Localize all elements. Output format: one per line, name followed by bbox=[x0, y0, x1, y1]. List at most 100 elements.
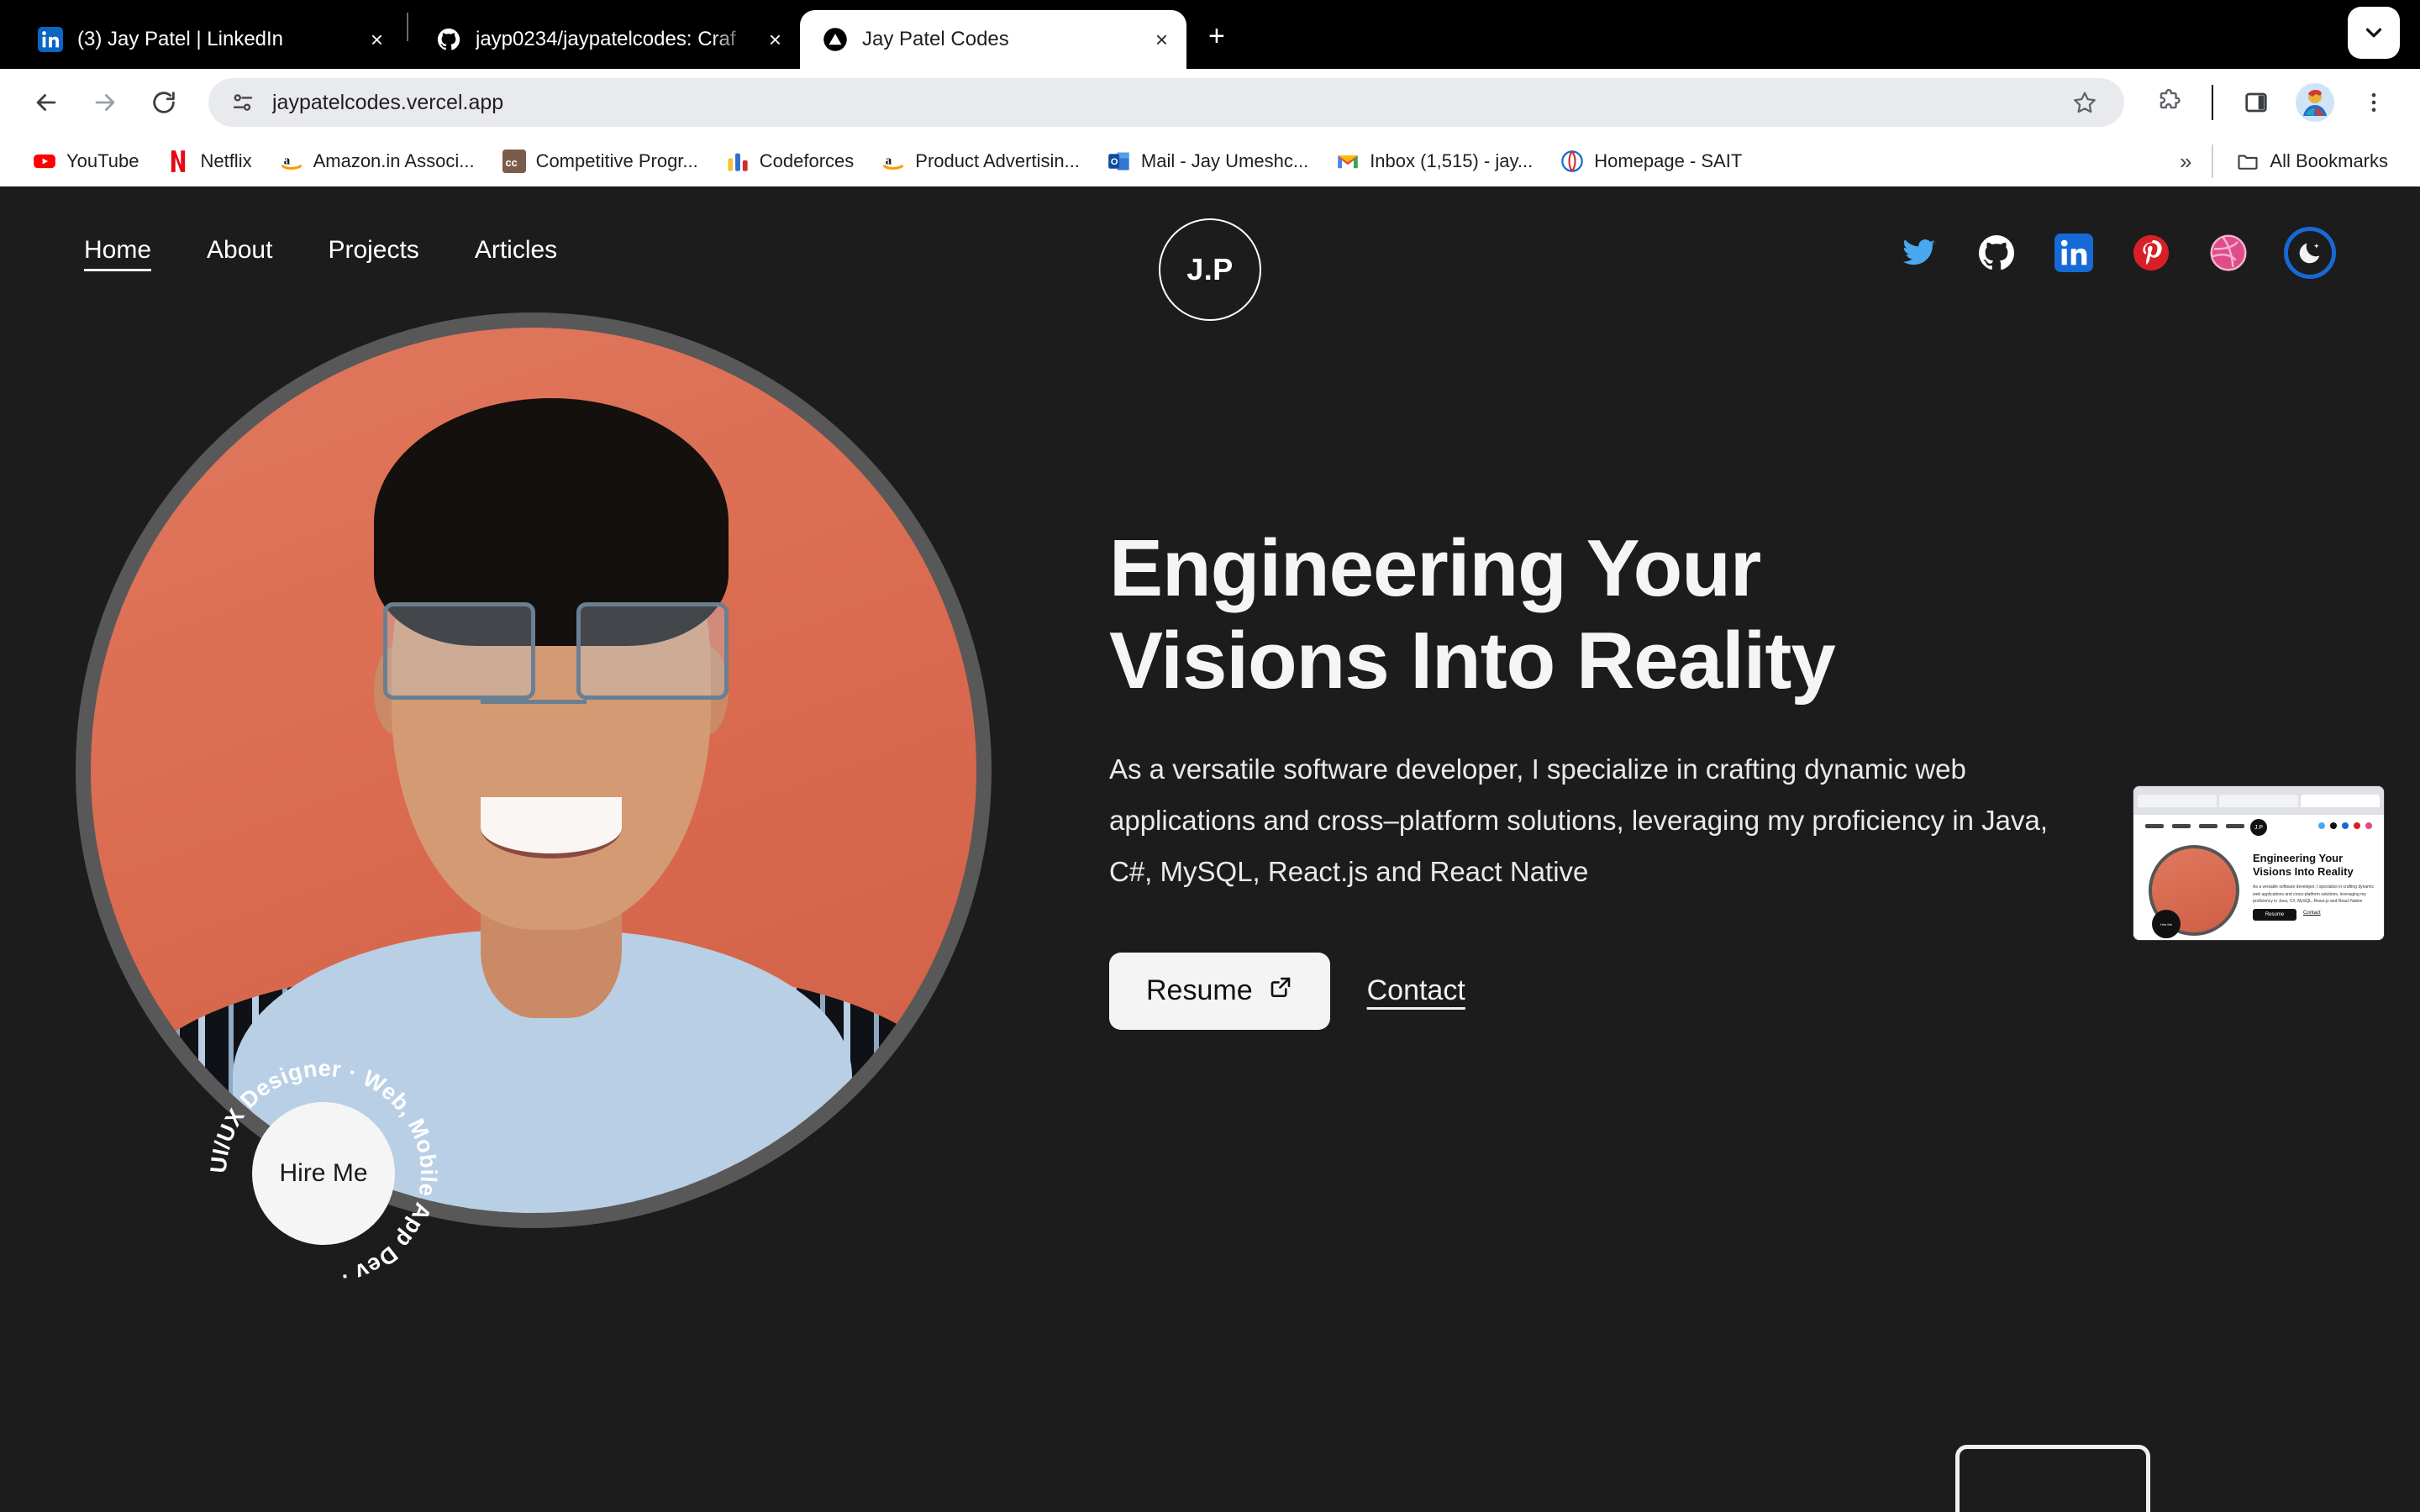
reload-icon[interactable] bbox=[138, 76, 190, 129]
address-bar[interactable]: jaypatelcodes.vercel.app bbox=[208, 78, 2124, 127]
bookmarks-bar: YouTube Netflix a Amazon.in Associ... cc… bbox=[0, 136, 2420, 186]
preview-tab bbox=[2138, 794, 2217, 807]
preview-body-text: As a versatile software developer, I spe… bbox=[2253, 885, 2374, 904]
browser-window: (3) Jay Patel | LinkedIn × jayp0234/jayp… bbox=[0, 0, 2420, 1512]
nav-item-articles[interactable]: Articles bbox=[475, 236, 557, 270]
nav-item-home[interactable]: Home bbox=[84, 236, 152, 271]
portrait-lens-right bbox=[576, 601, 729, 700]
all-bookmarks-button[interactable]: All Bookmarks bbox=[2222, 149, 2402, 174]
hero-actions: Resume Contact bbox=[1109, 952, 2059, 1030]
preview-page: J.P Engineering Your Visions Into Realit… bbox=[2133, 815, 2384, 940]
social-links bbox=[1897, 227, 2336, 279]
preview-tabstrip bbox=[2133, 786, 2384, 815]
preview-title-line2: Visions Into Reality bbox=[2253, 865, 2354, 879]
preview-linkedin-icon bbox=[2342, 822, 2349, 829]
nav-item-about[interactable]: About bbox=[207, 236, 272, 270]
bookmarks-divider bbox=[2212, 144, 2214, 178]
bookmark-codeforces[interactable]: Codeforces bbox=[712, 149, 868, 174]
close-icon[interactable]: × bbox=[371, 29, 383, 50]
bookmark-competitive-programming[interactable]: cc Competitive Progr... bbox=[488, 149, 712, 174]
preview-hire-badge: Hire Me bbox=[2152, 910, 2181, 938]
bookmark-amazon-associates[interactable]: a Amazon.in Associ... bbox=[266, 149, 488, 174]
profile-avatar[interactable] bbox=[2289, 76, 2341, 129]
amazon-icon: a bbox=[881, 149, 906, 174]
bookmark-youtube[interactable]: YouTube bbox=[18, 149, 152, 174]
preview-title: Engineering Your Visions Into Reality bbox=[2253, 852, 2354, 879]
external-link-icon bbox=[1268, 974, 1293, 1007]
netflix-icon bbox=[166, 149, 191, 174]
amazon-icon: a bbox=[279, 149, 304, 174]
portrait-glasses-bridge bbox=[480, 699, 587, 704]
preview-twitter-icon bbox=[2318, 822, 2325, 829]
bookmark-netflix[interactable]: Netflix bbox=[152, 149, 265, 174]
browser-tab-linkedin[interactable]: (3) Jay Patel | LinkedIn × bbox=[15, 10, 402, 69]
page-title: Engineering Your Visions Into Reality bbox=[1109, 522, 2059, 708]
dribbble-icon[interactable] bbox=[2207, 231, 2250, 275]
preview-logo: J.P bbox=[2250, 819, 2267, 836]
nav-item-projects[interactable]: Projects bbox=[328, 236, 418, 270]
bookmark-label: Amazon.in Associ... bbox=[313, 150, 475, 171]
side-panel-icon[interactable] bbox=[2230, 76, 2282, 129]
bookmark-label: Inbox (1,515) - jay... bbox=[1370, 150, 1534, 171]
bookmark-gmail-inbox[interactable]: Inbox (1,515) - jay... bbox=[1322, 149, 1546, 174]
contact-link[interactable]: Contact bbox=[1367, 974, 1465, 1007]
bookmark-label: Competitive Progr... bbox=[535, 150, 698, 171]
dark-mode-toggle[interactable] bbox=[2284, 227, 2336, 279]
pinterest-icon[interactable] bbox=[2129, 231, 2173, 275]
bookmark-product-advertising[interactable]: a Product Advertisin... bbox=[867, 149, 1093, 174]
portrait-container: UI/UX Designer · Web, Mobile App Dev · H… bbox=[76, 304, 1008, 1289]
preview-nav-item bbox=[2199, 823, 2217, 828]
close-icon[interactable]: × bbox=[1155, 29, 1168, 50]
star-icon[interactable] bbox=[2059, 76, 2111, 129]
browser-tab-github[interactable]: jayp0234/jaypatelcodes: Craf × bbox=[413, 10, 800, 69]
portrait-smile bbox=[480, 796, 623, 859]
back-arrow-icon[interactable] bbox=[20, 76, 72, 129]
svg-text:a: a bbox=[886, 154, 892, 168]
bookmarks-overflow-button[interactable]: » bbox=[2168, 149, 2203, 175]
hero-title-line2: Visions Into Reality bbox=[1109, 616, 1836, 706]
chevron-down-icon[interactable] bbox=[2348, 7, 2400, 59]
preview-github-icon bbox=[2330, 822, 2337, 829]
web-page: Home About Projects Articles J.P UI/UX D… bbox=[0, 195, 2420, 1512]
hero-title-line1: Engineering Your bbox=[1109, 523, 1761, 613]
hero-subtitle: As a versatile software developer, I spe… bbox=[1109, 753, 2049, 887]
screen-share-preview[interactable]: J.P Engineering Your Visions Into Realit… bbox=[2133, 785, 2385, 941]
bookmark-label: Homepage - SAIT bbox=[1594, 150, 1743, 171]
close-icon[interactable]: × bbox=[769, 29, 781, 50]
youtube-icon bbox=[32, 149, 57, 174]
browser-tab-jay-patel-codes[interactable]: Jay Patel Codes × bbox=[800, 10, 1186, 69]
preview-pinterest-icon bbox=[2354, 822, 2360, 829]
url-text: jaypatelcodes.vercel.app bbox=[272, 90, 504, 114]
preview-nav-item bbox=[2226, 823, 2244, 828]
tab-title: jayp0234/jaypatelcodes: Craf bbox=[476, 28, 736, 50]
site-header: Home About Projects Articles J.P bbox=[0, 195, 2420, 321]
site-settings-icon[interactable] bbox=[227, 87, 259, 118]
moon-icon bbox=[2299, 243, 2320, 264]
resume-button[interactable]: Resume bbox=[1109, 952, 1330, 1030]
bookmark-homepage-sait[interactable]: Homepage - SAIT bbox=[1546, 149, 1755, 174]
hire-me-badge[interactable]: UI/UX Designer · Web, Mobile App Dev · H… bbox=[202, 1052, 445, 1295]
bookmark-label: Mail - Jay Umeshc... bbox=[1140, 150, 1309, 171]
preview-tab bbox=[2219, 794, 2298, 807]
bookmark-outlook-mail[interactable]: O Mail - Jay Umeshc... bbox=[1093, 149, 1322, 174]
hero-section: UI/UX Designer · Web, Mobile App Dev · H… bbox=[0, 304, 2420, 1289]
new-tab-button[interactable]: + bbox=[1186, 22, 1247, 69]
toolbar-divider bbox=[2212, 85, 2213, 120]
forward-arrow-icon[interactable] bbox=[79, 76, 131, 129]
github-icon[interactable] bbox=[1975, 231, 2018, 275]
twitter-icon[interactable] bbox=[1897, 231, 1941, 275]
bookmark-label: Netflix bbox=[200, 150, 252, 171]
portrait-glasses bbox=[382, 601, 729, 700]
linkedin-icon[interactable] bbox=[2052, 231, 2096, 275]
preview-contact-link: Contact bbox=[2303, 911, 2321, 916]
tab-title: Jay Patel Codes bbox=[862, 28, 1009, 50]
tab-title: (3) Jay Patel | LinkedIn bbox=[77, 28, 284, 50]
tab-strip: (3) Jay Patel | LinkedIn × jayp0234/jayp… bbox=[0, 0, 2420, 69]
three-dot-menu-icon[interactable] bbox=[2348, 76, 2400, 129]
resume-button-label: Resume bbox=[1146, 974, 1253, 1007]
preview-resume-button: Resume bbox=[2253, 909, 2296, 921]
puzzle-icon[interactable] bbox=[2143, 76, 2195, 129]
hire-me-label[interactable]: Hire Me bbox=[252, 1102, 395, 1245]
portrait-lens-left bbox=[382, 601, 535, 700]
preview-nav-item bbox=[2145, 823, 2164, 828]
